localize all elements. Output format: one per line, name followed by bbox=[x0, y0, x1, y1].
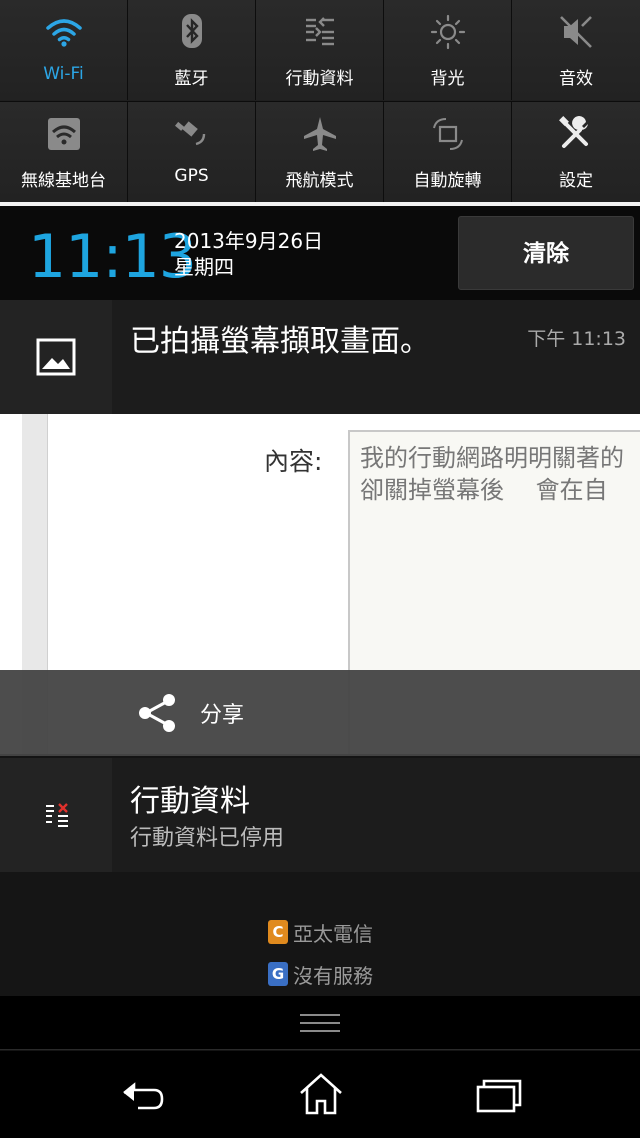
notification-icon-box bbox=[0, 300, 112, 414]
tile-mobile-data-label: 行動資料 bbox=[285, 69, 354, 89]
carrier-row-2: G 沒有服務 bbox=[268, 960, 373, 988]
carrier-name: 沒有服務 bbox=[293, 963, 373, 988]
tile-wifi[interactable]: Wi-Fi bbox=[0, 0, 128, 100]
share-action[interactable]: 分享 bbox=[0, 670, 640, 756]
preview-content-label: 內容: bbox=[264, 447, 323, 476]
settings-icon bbox=[559, 116, 588, 148]
notification-subtitle: 行動資料已停用 bbox=[130, 826, 285, 851]
navigation-bar bbox=[0, 1051, 640, 1138]
drag-handle[interactable] bbox=[0, 996, 640, 1050]
tile-mobile-data[interactable]: 行動資料 bbox=[256, 0, 384, 100]
preview-line-1: 我的行動網路明明關著的 bbox=[360, 444, 624, 472]
notification-mobile-data[interactable]: 行動資料 行動資料已停用 bbox=[0, 758, 640, 872]
sound-off-icon bbox=[560, 16, 592, 48]
carrier-row-1: C 亞太電信 bbox=[268, 918, 373, 946]
hotspot-icon bbox=[48, 118, 80, 150]
notification-screenshot[interactable]: 已拍攝螢幕擷取畫面。 下午 11:13 bbox=[0, 300, 640, 414]
date-block: 2013年9月26日 星期四 bbox=[174, 228, 323, 280]
notification-time: 下午 11:13 bbox=[527, 328, 626, 350]
tile-hotspot[interactable]: 無線基地台 bbox=[0, 102, 128, 202]
notification-header: 11:13 2013年9月26日 星期四 清除 bbox=[0, 206, 640, 300]
carrier-info: C 亞太電信 G 沒有服務 bbox=[0, 872, 640, 996]
tile-wifi-label: Wi-Fi bbox=[43, 64, 84, 84]
tile-bluetooth[interactable]: 藍牙 bbox=[128, 0, 256, 100]
back-icon[interactable] bbox=[118, 1071, 168, 1117]
clock: 11:13 bbox=[28, 222, 197, 292]
tile-settings-label: 設定 bbox=[559, 171, 593, 191]
tile-brightness-label: 背光 bbox=[430, 69, 465, 89]
quick-settings-row-2: 無線基地台 GPS 飛航模式 自動旋轉 設定 bbox=[0, 101, 640, 202]
tile-airplane-label: 飛航模式 bbox=[285, 171, 354, 191]
carrier-name: 亞太電信 bbox=[293, 921, 373, 946]
tile-settings[interactable]: 設定 bbox=[512, 102, 640, 202]
rotate-icon bbox=[433, 118, 463, 150]
tile-bluetooth-label: 藍牙 bbox=[174, 69, 209, 89]
clear-button[interactable]: 清除 bbox=[458, 216, 634, 290]
tile-gps[interactable]: GPS bbox=[128, 102, 256, 202]
notification-title: 行動資料 bbox=[130, 784, 250, 819]
tile-rotate-label: 自動旋轉 bbox=[413, 171, 482, 191]
gps-icon bbox=[175, 121, 206, 146]
quick-settings-panel: Wi-Fi 藍牙 行動資料 背光 音效 無線基地台 GPS 飛航模式 自動旋轉 … bbox=[0, 0, 640, 202]
notification-icon-box bbox=[0, 758, 112, 872]
tile-gps-label: GPS bbox=[174, 166, 209, 186]
carrier-badge: C bbox=[268, 920, 288, 944]
tile-airplane[interactable]: 飛航模式 bbox=[256, 102, 384, 202]
quick-settings-row-1: Wi-Fi 藍牙 行動資料 背光 音效 bbox=[0, 0, 640, 101]
notification-title: 已拍攝螢幕擷取畫面。 bbox=[130, 324, 430, 359]
bluetooth-icon bbox=[182, 14, 202, 48]
mobile-data-disabled-icon bbox=[46, 803, 68, 827]
tile-rotate[interactable]: 自動旋轉 bbox=[384, 102, 512, 202]
mobile-data-icon bbox=[306, 17, 334, 46]
wifi-icon bbox=[46, 19, 82, 47]
recents-icon[interactable] bbox=[474, 1071, 524, 1117]
brightness-icon bbox=[430, 14, 466, 50]
weekday-label: 星期四 bbox=[174, 255, 234, 279]
airplane-icon bbox=[304, 117, 336, 151]
preview-line-2: 卻關掉螢幕後 會在自 bbox=[360, 476, 608, 504]
image-icon bbox=[36, 338, 76, 376]
tile-sound-label: 音效 bbox=[559, 69, 593, 89]
tile-sound[interactable]: 音效 bbox=[512, 0, 640, 100]
handle-bars-icon bbox=[300, 1014, 340, 1032]
date-label: 2013年9月26日 bbox=[174, 229, 324, 253]
tile-hotspot-label: 無線基地台 bbox=[21, 171, 106, 191]
share-icon bbox=[139, 694, 175, 732]
carrier-badge: G bbox=[268, 962, 288, 986]
share-label: 分享 bbox=[200, 703, 245, 728]
home-icon[interactable] bbox=[296, 1071, 346, 1117]
tile-brightness[interactable]: 背光 bbox=[384, 0, 512, 100]
